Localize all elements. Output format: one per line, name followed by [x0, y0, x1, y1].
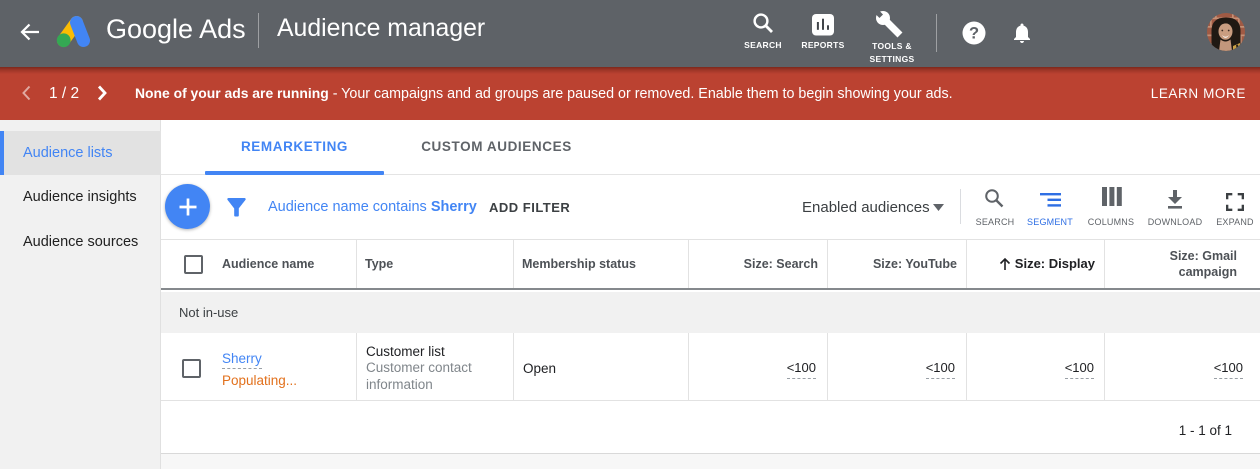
- svg-text:?: ?: [969, 25, 979, 43]
